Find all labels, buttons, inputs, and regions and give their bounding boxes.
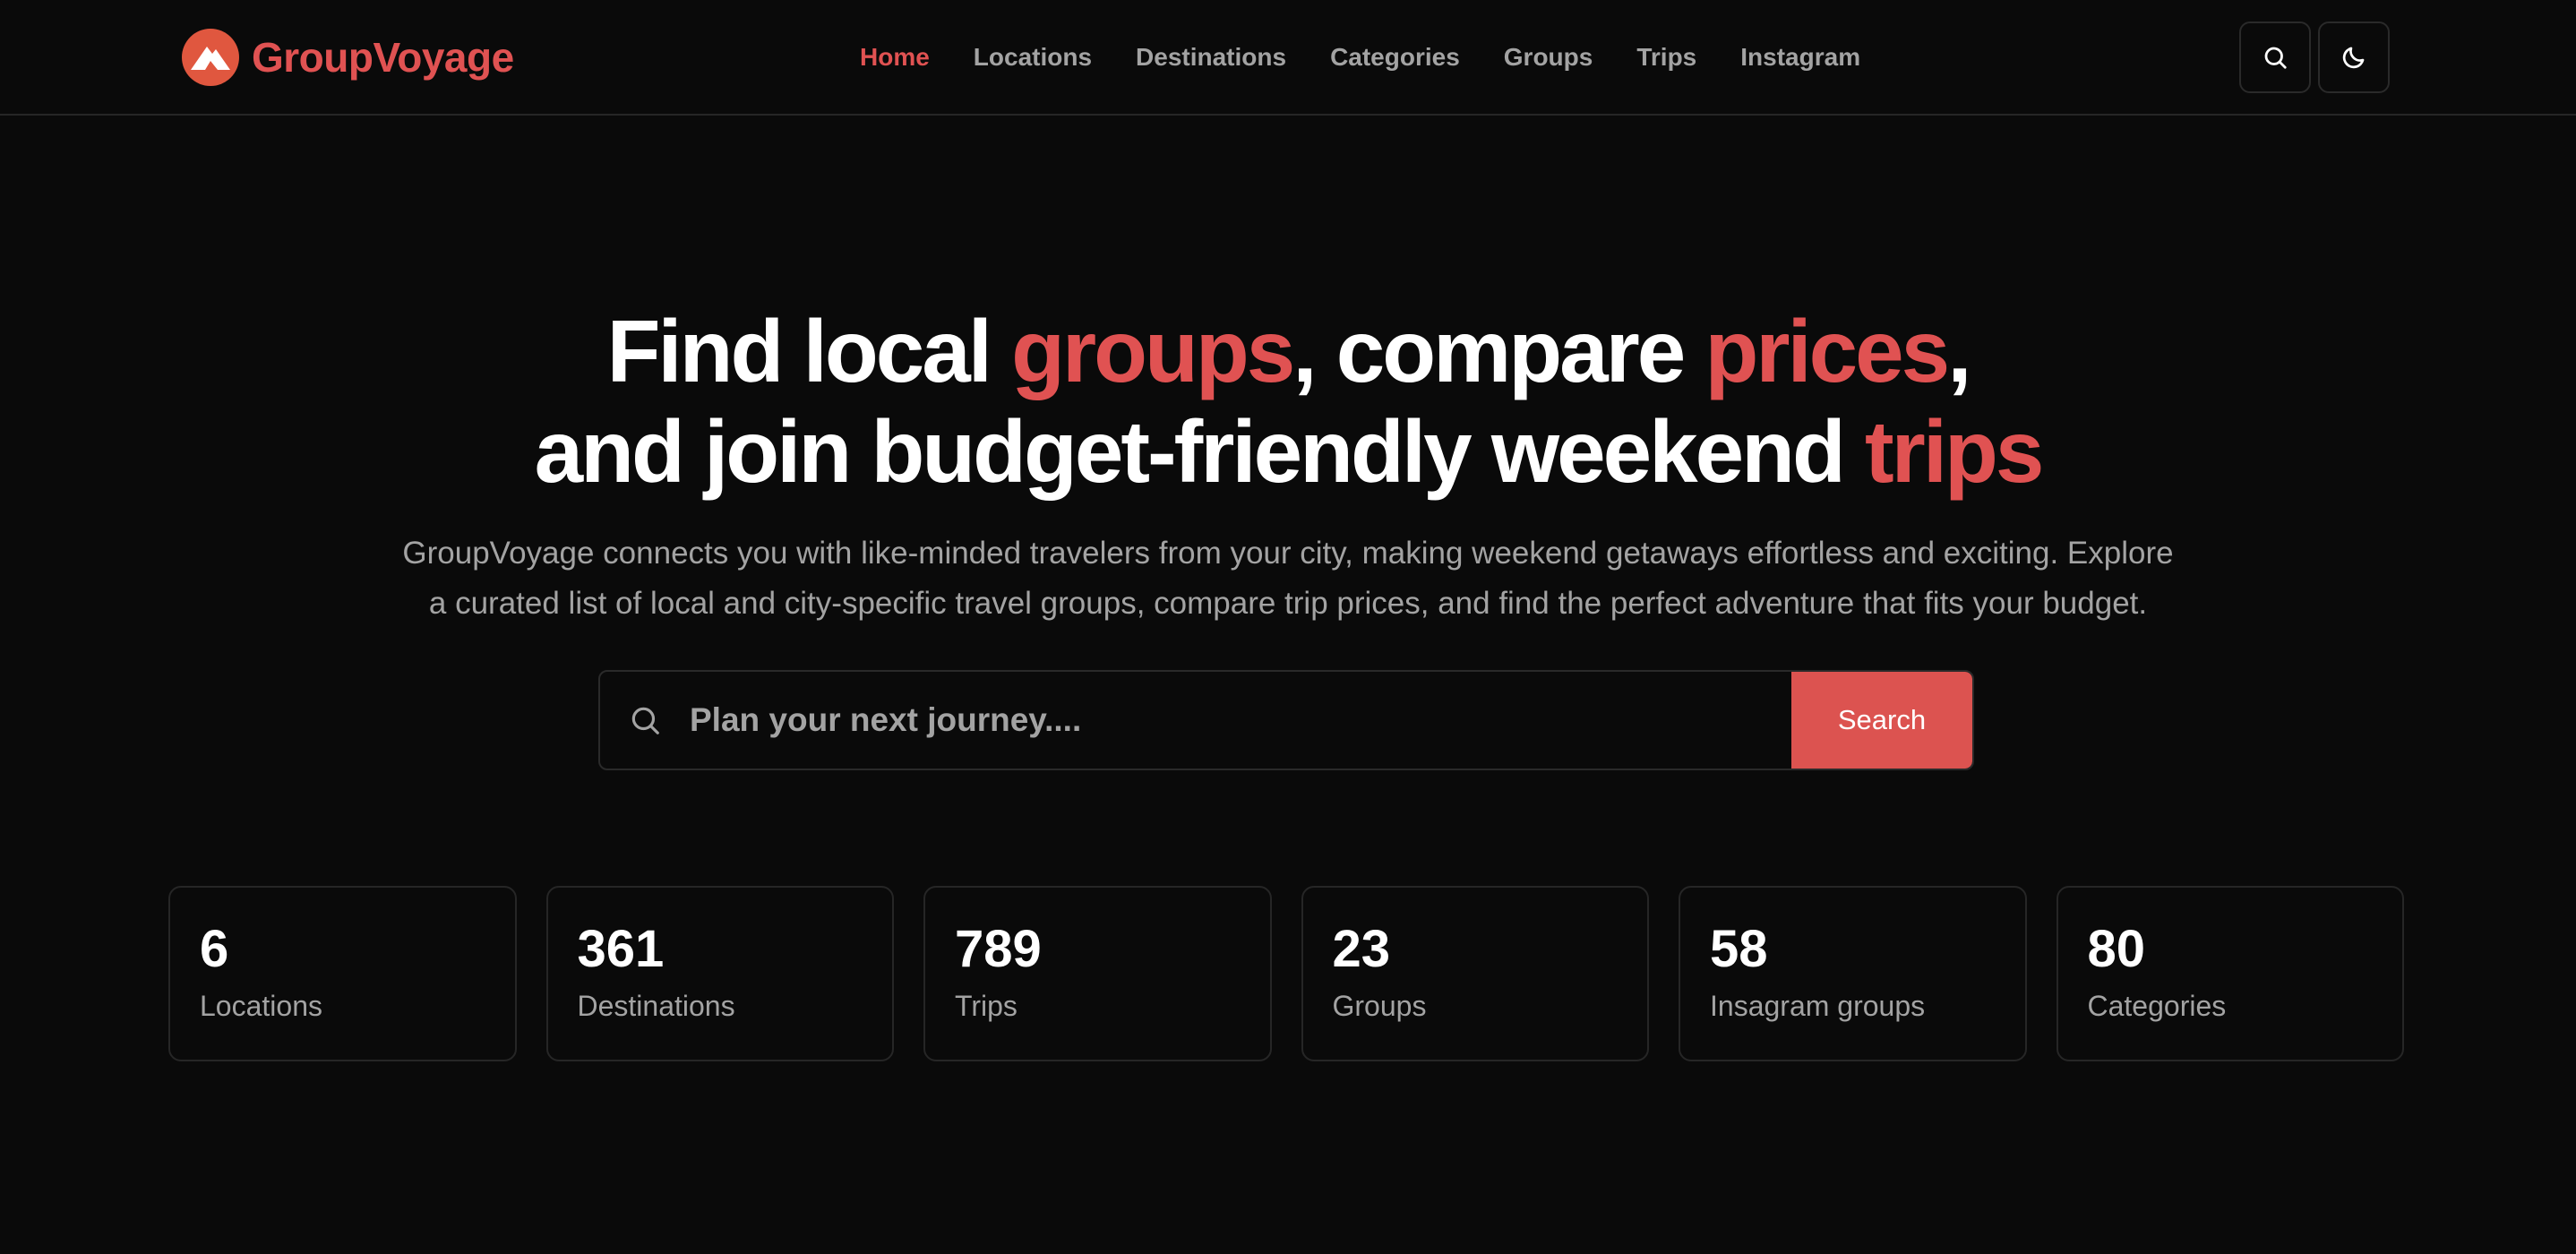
stat-card-categories[interactable]: 80 Categories — [2056, 886, 2404, 1061]
stat-value: 58 — [1710, 920, 1768, 978]
stat-label: Locations — [200, 990, 322, 1022]
nav-item-locations[interactable]: Locations — [974, 43, 1092, 72]
stats-section: 6 Locations 361 Destinations 789 Trips 2… — [168, 886, 2404, 1061]
stat-value: 80 — [2087, 920, 2146, 978]
hero-subtitle-line: a curated list of local and city-specifi… — [428, 586, 2148, 621]
header-search-button[interactable] — [2239, 21, 2311, 93]
search-button[interactable]: Search — [1791, 672, 1972, 769]
stat-value: 789 — [955, 920, 1042, 978]
hero-title-text: , compare — [1292, 302, 1705, 400]
hero-subtitle-line: GroupVoyage connects you with like-minde… — [402, 536, 2174, 571]
stat-card-instagram-groups[interactable]: 58 Insagram groups — [1679, 886, 2027, 1061]
stat-label: Destinations — [577, 990, 735, 1022]
stat-card-groups[interactable]: 23 Groups — [1301, 886, 1649, 1061]
hero-title-text: , — [1947, 302, 1971, 400]
stat-value: 6 — [200, 920, 229, 978]
main-nav: Home Locations Destinations Categories G… — [860, 36, 1860, 79]
hero-highlight-groups: groups — [1011, 302, 1295, 400]
stat-label: Insagram groups — [1710, 990, 1926, 1022]
search-icon — [2264, 47, 2287, 69]
nav-item-trips[interactable]: Trips — [1636, 43, 1696, 72]
stat-card-trips[interactable]: 789 Trips — [923, 886, 1272, 1061]
hero-highlight-prices: prices — [1704, 302, 1950, 400]
nav-item-destinations[interactable]: Destinations — [1136, 43, 1286, 72]
nav-item-instagram[interactable]: Instagram — [1740, 43, 1860, 72]
nav-item-categories[interactable]: Categories — [1330, 43, 1460, 72]
stat-label: Trips — [955, 990, 1018, 1022]
hero-subtitle: GroupVoyage connects you with like-minde… — [358, 528, 2218, 629]
hero-highlight-trips: trips — [1865, 402, 2044, 501]
hero-search-bar: Search — [598, 670, 1974, 770]
brand-logo-link[interactable]: GroupVoyage — [182, 27, 514, 88]
nav-item-home[interactable]: Home — [860, 43, 930, 72]
brand-name: GroupVoyage — [252, 34, 514, 81]
stat-value: 23 — [1332, 920, 1391, 978]
hero-title-text: and join budget-friendly weekend — [534, 402, 1866, 501]
stat-value: 361 — [577, 920, 665, 978]
page: GroupVoyage Home Locations Destinations … — [0, 0, 2576, 1254]
hero-title: Find local groups, compare prices, and j… — [0, 301, 2576, 502]
moon-icon — [2342, 47, 2365, 69]
stat-card-destinations[interactable]: 361 Destinations — [545, 886, 894, 1061]
nav-item-groups[interactable]: Groups — [1504, 43, 1593, 72]
stat-card-locations[interactable]: 6 Locations — [168, 886, 517, 1061]
site-header: GroupVoyage Home Locations Destinations … — [0, 0, 2576, 116]
mountain-icon — [182, 29, 239, 86]
hero-title-text: Find local — [606, 302, 1012, 400]
stat-label: Categories — [2087, 990, 2227, 1022]
theme-toggle-button[interactable] — [2318, 21, 2390, 93]
search-icon — [600, 672, 690, 769]
journey-search-input[interactable] — [690, 672, 1791, 769]
stat-label: Groups — [1332, 990, 1427, 1022]
